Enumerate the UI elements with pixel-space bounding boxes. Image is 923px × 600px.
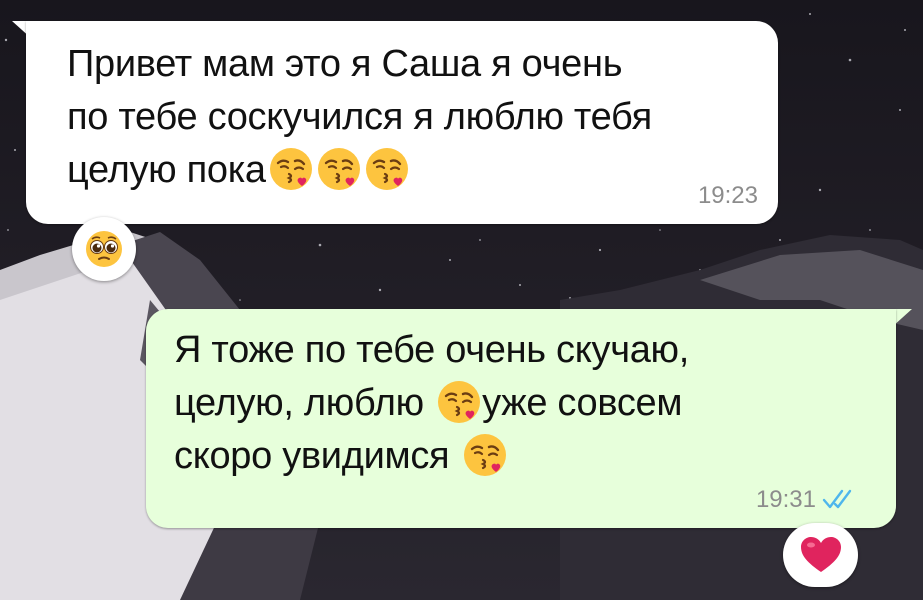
incoming-message-text: Привет мам это я Саша я очень по тебе со… <box>67 38 652 197</box>
face-blowing-kiss-icon <box>436 379 482 425</box>
outgoing-timestamp: 19:31 <box>755 486 816 513</box>
face-blowing-kiss-icon <box>316 146 362 192</box>
outgoing-message-reaction[interactable] <box>783 523 858 587</box>
message-line: целую, люблю <box>174 382 424 424</box>
message-line: скоро увидимся <box>174 435 450 477</box>
incoming-timestamp: 19:23 <box>697 182 758 209</box>
message-line-with-emoji: целую, люблю уже совсем <box>174 377 689 430</box>
face-blowing-kiss-icon <box>268 146 314 192</box>
double-check-icon <box>822 488 856 510</box>
red-heart-icon <box>800 537 841 572</box>
face-blowing-kiss-icon <box>462 432 508 478</box>
message-line: Я тоже по тебе очень скучаю, <box>174 329 689 371</box>
face-blowing-kiss-icon <box>364 146 410 192</box>
pleading-face-icon <box>86 231 122 267</box>
message-line: Привет мам это я Саша я очень <box>67 43 623 85</box>
incoming-message-reaction[interactable] <box>72 217 136 281</box>
message-line-with-emoji: целую пока <box>67 144 652 197</box>
message-line: по тебе соскучился я люблю тебя <box>67 96 652 138</box>
outgoing-message-bubble[interactable]: Я тоже по тебе очень скучаю, целую, любл… <box>146 309 896 528</box>
incoming-message-bubble[interactable]: Привет мам это я Саша я очень по тебе со… <box>26 21 778 224</box>
message-line-with-emoji: скоро увидимся <box>174 430 689 483</box>
outgoing-message-text: Я тоже по тебе очень скучаю, целую, любл… <box>174 324 689 483</box>
message-line: уже совсем <box>482 382 683 424</box>
message-line: целую пока <box>67 149 266 191</box>
